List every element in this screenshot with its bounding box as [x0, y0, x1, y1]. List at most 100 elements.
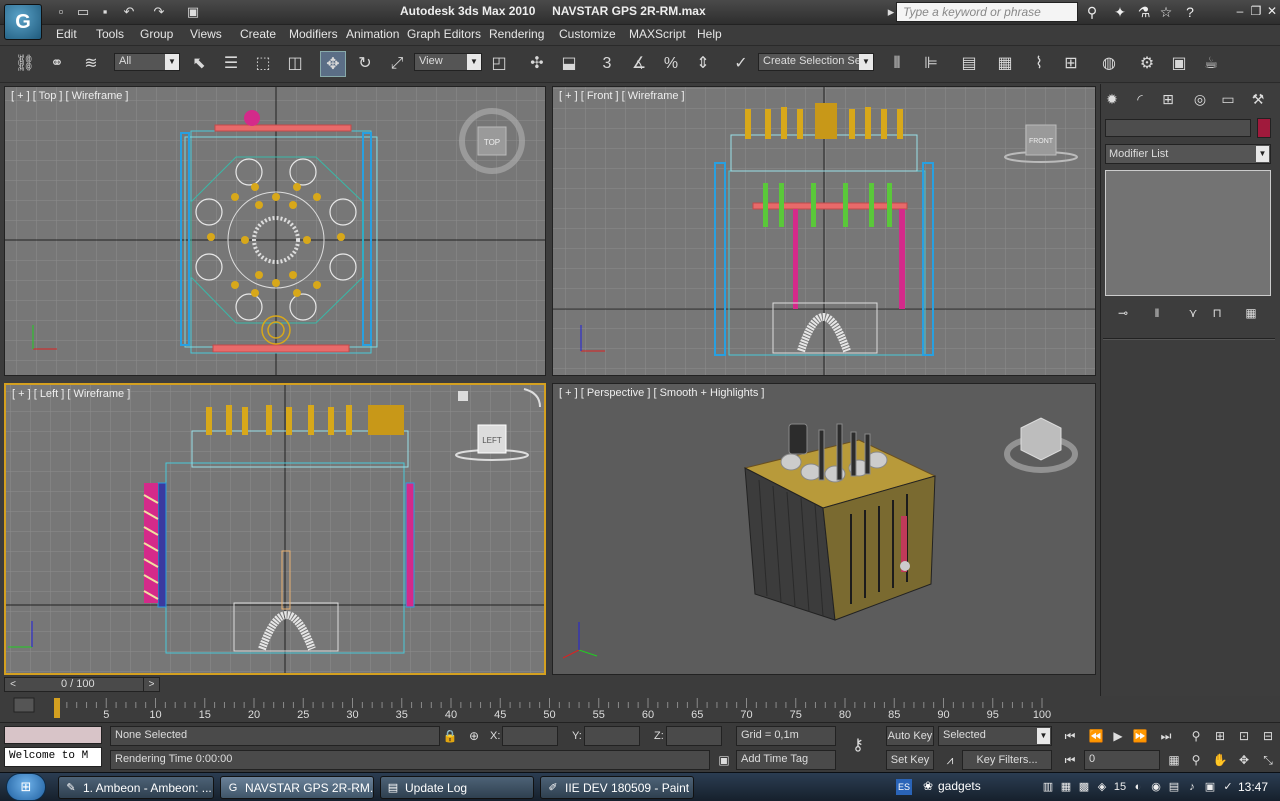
menu-create[interactable]: Create: [240, 27, 276, 41]
selection-filter-dropdown[interactable]: All ▼: [114, 53, 180, 71]
set-key-button[interactable]: Set Key: [886, 750, 934, 770]
time-slider-prev-icon[interactable]: <: [5, 678, 21, 691]
close-icon[interactable]: ✕: [1264, 3, 1280, 19]
menu-views[interactable]: Views: [190, 27, 222, 41]
previous-frame-icon[interactable]: ⏪: [1086, 727, 1106, 745]
menu-modifiers[interactable]: Modifiers: [289, 27, 338, 41]
object-name-field[interactable]: [1105, 119, 1251, 137]
play-icon[interactable]: ▶: [1108, 727, 1128, 745]
gadgets-toolbar[interactable]: gadgets: [938, 779, 981, 793]
restore-icon[interactable]: ❐: [1248, 3, 1264, 19]
make-unique-icon[interactable]: ⋎: [1183, 304, 1203, 322]
angle-snap-icon[interactable]: ∡: [626, 51, 652, 77]
remove-modifier-icon[interactable]: ⊓: [1207, 304, 1227, 322]
key-filters-button[interactable]: Key Filters...: [962, 750, 1052, 770]
taskbar-item-ambeon[interactable]: ✎ 1. Ambeon - Ambeon: ...: [58, 776, 214, 799]
network-icon[interactable]: ▥: [1040, 779, 1056, 795]
display-tab-icon[interactable]: ▭: [1217, 88, 1239, 110]
orbit-icon[interactable]: ✥: [1234, 751, 1254, 769]
reference-coordinate-dropdown[interactable]: View ▼: [414, 53, 482, 71]
render-setup-icon[interactable]: ⚙: [1134, 51, 1160, 77]
current-frame-marker[interactable]: [54, 698, 60, 718]
viewport-perspective-label[interactable]: [ + ] [ Perspective ] [ Smooth + Highlig…: [559, 387, 764, 399]
curve-editor-icon[interactable]: ⌇: [1026, 51, 1052, 77]
utilities-tab-icon[interactable]: ⚒: [1247, 88, 1269, 110]
viewport-left-label[interactable]: [ + ] [ Left ] [ Wireframe ]: [12, 388, 130, 400]
zoom-extents-all-icon[interactable]: ⊟: [1258, 727, 1278, 745]
viewport-left[interactable]: [ + ] [ Left ] [ Wireframe ] LEFT: [4, 383, 546, 675]
graphite-modeling-tools-icon[interactable]: ▦: [992, 51, 1018, 77]
communication-center-icon[interactable]: ✦: [1110, 3, 1130, 21]
motion-tab-icon[interactable]: ◎: [1189, 88, 1211, 110]
time-slider[interactable]: < 0 / 100 >: [4, 677, 160, 692]
tray-app-icon[interactable]: ▦: [1058, 779, 1074, 795]
pan-view-icon[interactable]: ✋: [1210, 751, 1230, 769]
tray-app-icon[interactable]: ◈: [1094, 779, 1110, 795]
absolute-mode-icon[interactable]: ⊕: [464, 727, 484, 745]
zoom-all-icon[interactable]: ⊞: [1210, 727, 1230, 745]
rendered-frame-window-icon[interactable]: ▣: [1166, 51, 1192, 77]
binoculars-icon[interactable]: ⚲: [1082, 3, 1102, 21]
schematic-view-icon[interactable]: ⊞: [1058, 51, 1084, 77]
start-button-icon[interactable]: ⊞: [6, 773, 46, 801]
hierarchy-tab-icon[interactable]: ⊞: [1157, 88, 1179, 110]
configure-modifier-sets-icon[interactable]: ▦: [1241, 304, 1261, 322]
select-by-name-icon[interactable]: ☰: [218, 51, 244, 77]
align-icon[interactable]: ⊫: [918, 51, 944, 77]
edit-named-selection-icon[interactable]: ✓: [728, 51, 754, 77]
select-and-rotate-icon[interactable]: ↻: [352, 51, 378, 77]
track-bar[interactable]: 5 10 15 20 25 30 35 40 45 50 55 60 65 70 75 80 85 90 95 100: [0, 694, 1100, 722]
volume-icon[interactable]: ♪: [1184, 779, 1200, 795]
home-icon[interactable]: [458, 391, 468, 401]
percent-snap-icon[interactable]: %: [658, 51, 684, 77]
viewport-top[interactable]: [ + ] [ Top ] [ Wireframe ] TOP: [4, 86, 546, 376]
viewport-front[interactable]: [ + ] [ Front ] [ Wireframe ] FRONT: [552, 86, 1096, 376]
time-tag-icon[interactable]: ▣: [714, 751, 734, 769]
viewport-front-label[interactable]: [ + ] [ Front ] [ Wireframe ]: [559, 90, 685, 102]
create-tab-icon[interactable]: ✹: [1101, 88, 1123, 110]
gadgets-icon[interactable]: ❀: [920, 778, 936, 794]
menu-tools[interactable]: Tools: [96, 27, 124, 41]
zoom-region-icon[interactable]: ⚲: [1186, 751, 1206, 769]
layer-manager-icon[interactable]: ▤: [956, 51, 982, 77]
select-and-link-icon[interactable]: ⛓: [12, 51, 38, 77]
menu-maxscript[interactable]: MAXScript: [629, 27, 686, 41]
object-color-swatch[interactable]: [1257, 118, 1271, 138]
auto-key-button[interactable]: Auto Key: [886, 726, 934, 746]
add-time-tag-button[interactable]: Add Time Tag: [736, 750, 836, 770]
favorites-star-icon[interactable]: ☆: [1156, 3, 1176, 21]
bind-to-space-warp-icon[interactable]: ≋: [78, 51, 104, 77]
mini-curve-editor-icon[interactable]: [13, 697, 35, 713]
project-folder-icon[interactable]: ▣: [184, 4, 202, 20]
keyboard-shortcut-override-icon[interactable]: ⬓: [556, 51, 582, 77]
zoom-extents-icon[interactable]: ⊡: [1234, 727, 1254, 745]
mirror-icon[interactable]: ⫴: [884, 51, 910, 77]
clock[interactable]: 13:47: [1238, 780, 1268, 794]
manipulate-icon[interactable]: ✣: [524, 51, 550, 77]
menu-rendering[interactable]: Rendering: [489, 27, 544, 41]
time-configuration-icon[interactable]: ▦: [1164, 751, 1184, 769]
tray-app-icon[interactable]: ◉: [1148, 779, 1164, 795]
menu-group[interactable]: Group: [140, 27, 173, 41]
new-file-icon[interactable]: ▫: [52, 4, 70, 20]
language-indicator[interactable]: ES: [896, 779, 912, 795]
maximize-viewport-icon[interactable]: ⤡: [1258, 751, 1278, 769]
menu-edit[interactable]: Edit: [56, 27, 77, 41]
spinner-snap-icon[interactable]: ⇕: [690, 51, 716, 77]
select-and-scale-icon[interactable]: ⤢: [384, 51, 410, 77]
window-crossing-icon[interactable]: ◫: [282, 51, 308, 77]
open-file-icon[interactable]: ▭: [74, 4, 92, 20]
tray-app-icon[interactable]: ▣: [1202, 779, 1218, 795]
y-coordinate-field[interactable]: [584, 726, 640, 746]
tray-app-icon[interactable]: ◐: [1130, 779, 1146, 795]
taskbar-item-3dsmax[interactable]: G NAVSTAR GPS 2R-RM....: [220, 776, 374, 799]
undo-icon[interactable]: ↶: [120, 4, 138, 20]
select-object-icon[interactable]: ⬉: [186, 51, 212, 77]
set-key-mode-icon[interactable]: ⚷: [848, 737, 868, 755]
modifier-list-dropdown[interactable]: Modifier List ▼: [1105, 144, 1271, 164]
satellite-icon[interactable]: ⚗: [1134, 3, 1154, 21]
app-logo-icon[interactable]: G: [4, 4, 42, 40]
material-editor-icon[interactable]: ◍: [1096, 51, 1122, 77]
default-in-out-tangents-icon[interactable]: ⩘: [940, 751, 960, 769]
minimize-icon[interactable]: –: [1232, 3, 1248, 19]
